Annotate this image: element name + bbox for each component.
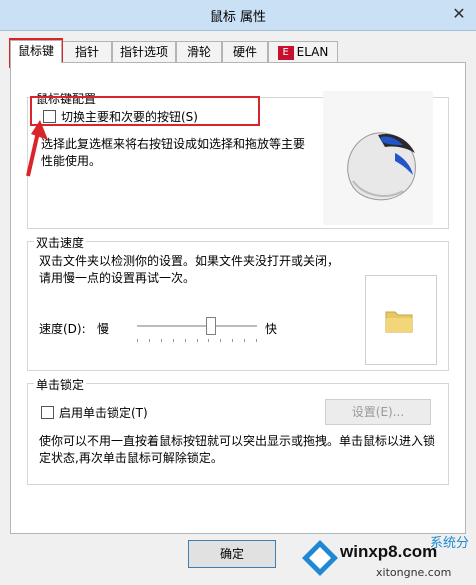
test-folder-area[interactable] [365,275,437,365]
click-lock-description: 使你可以不用一直按着鼠标按钮就可以突出显示或拖拽。单击鼠标以进入锁定状态,再次单… [39,434,436,465]
slider-tick [220,339,221,342]
tab-buttons[interactable]: 鼠标键 [10,40,62,63]
tab-pointer-options[interactable]: 指针选项 [112,41,176,62]
slider-tick [185,339,186,342]
speed-slider[interactable] [137,317,257,345]
click-lock-label: 启用单击锁定(T) [59,406,148,420]
watermark-logo-icon [302,540,338,576]
folder-icon [385,311,413,333]
tab-elan-label: ELAN [296,45,329,59]
tab-pointers[interactable]: 指针 [62,41,112,62]
watermark-brand: winxp8.com [340,542,438,561]
slider-track [137,325,257,327]
watermark-url: xitongne.com [376,566,452,579]
tab-wheel[interactable]: 滑轮 [176,41,222,62]
close-button[interactable]: ✕ [448,4,470,24]
speed-label: 速度(D): [39,322,86,336]
ok-button[interactable]: 确定 [188,540,276,568]
elan-logo-icon: E [277,45,294,60]
double-click-description: 双击文件夹以检测你的设置。如果文件夹没打开或关闭，请用慢一点的设置再试一次。 [39,254,340,285]
speed-fast-label: 快 [265,322,278,336]
annotation-arrow-icon [26,120,48,177]
slider-tick [161,339,162,342]
watermark-sub: 系统分 [430,536,470,551]
slider-tick [173,339,174,342]
slider-tick [256,339,257,342]
slider-tick [149,339,150,342]
group-title-click-lock: 单击锁定 [34,376,87,393]
watermark: winxp8.com 系统分 xitongne.com [300,528,476,585]
highlight-frame-checkbox [30,96,260,126]
window-title: 鼠标 属性 [209,10,267,25]
tab-panel: 鼠标键配置 切换主要和次要的按钮(S) 选择此复选框来将右按钮设成如选择和拖放等… [10,62,466,534]
slider-thumb[interactable] [206,317,216,335]
slider-ticks [137,339,257,343]
button-config-description: 选择此复选框来将右按钮设成如选择和拖放等主要性能使用。 [41,137,306,168]
speed-slow-label: 慢 [97,322,110,336]
click-lock-settings-button[interactable]: 设置(E)... [325,399,431,425]
slider-tick [197,339,198,342]
mouse-icon [347,132,416,201]
slider-tick [208,339,209,342]
tab-elan[interactable]: E ELAN [268,41,338,62]
title-bar: 鼠标 属性 ✕ [0,0,476,31]
tab-hardware[interactable]: 硬件 [222,41,268,62]
slider-tick [137,339,138,342]
group-title-double-click: 双击速度 [34,234,87,251]
slider-tick [244,339,245,342]
mouse-image [323,91,433,225]
click-lock-checkbox[interactable] [41,406,54,419]
slider-tick [232,339,233,342]
